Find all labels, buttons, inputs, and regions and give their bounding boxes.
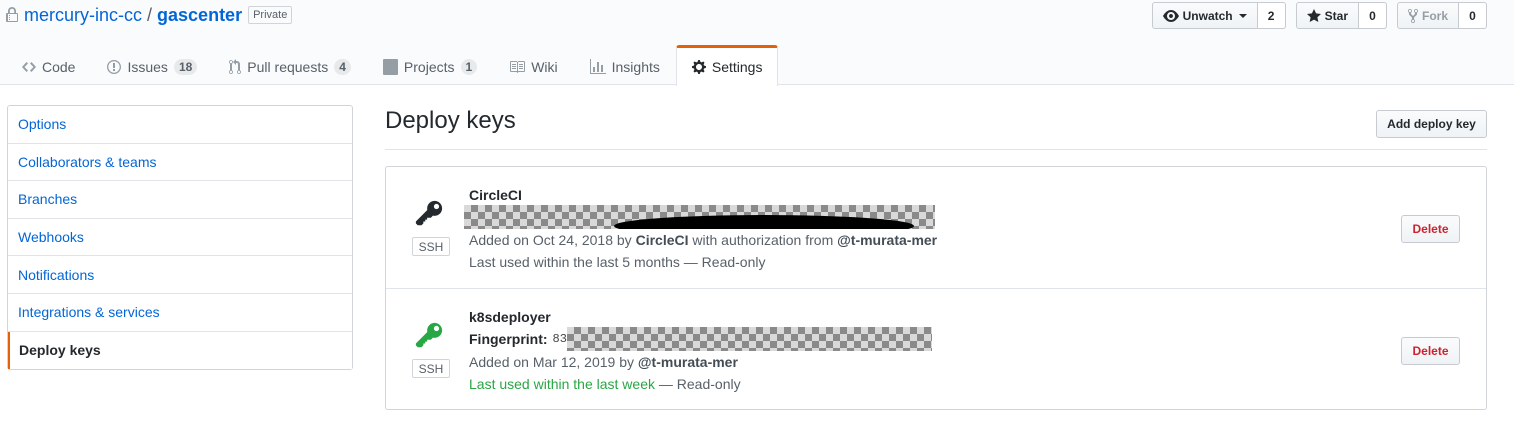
graph-icon xyxy=(589,58,606,74)
lock-icon xyxy=(6,7,18,22)
delete-key-button[interactable]: Delete xyxy=(1401,215,1460,243)
tab-wiki[interactable]: Wiki xyxy=(493,45,573,85)
pull-request-icon xyxy=(229,58,242,74)
tab-insights[interactable]: Insights xyxy=(574,45,676,85)
authorized-by: @t-murata-mer xyxy=(837,232,938,248)
added-prefix: Added on Oct 24, 2018 by xyxy=(469,232,636,248)
path-separator: / xyxy=(147,4,153,25)
issue-icon xyxy=(107,59,122,74)
last-used-recent: Last used within the last week xyxy=(469,376,655,392)
key-icon-wrap xyxy=(412,321,452,351)
tab-insights-label: Insights xyxy=(611,58,660,75)
book-icon xyxy=(510,60,526,73)
ssh-label: SSH xyxy=(412,359,450,378)
delete-key-button[interactable]: Delete xyxy=(1401,337,1460,365)
key-added-info: Added on Mar 12, 2019 by @t-murata-mer xyxy=(469,354,738,370)
project-icon xyxy=(382,58,398,75)
fingerprint-label: Fingerprint: xyxy=(469,331,548,347)
redacted-fingerprint xyxy=(566,327,932,351)
last-used-text: — Read-only xyxy=(655,376,741,392)
fork-group: Fork 0 xyxy=(1396,2,1487,29)
page-title: Deploy keys xyxy=(385,107,516,134)
eye-icon xyxy=(1162,9,1179,22)
projects-count: 1 xyxy=(460,58,478,75)
sidebar-item-options[interactable]: Options xyxy=(8,106,352,144)
stargazers-count[interactable]: 0 xyxy=(1358,2,1387,29)
tab-projects[interactable]: Projects 1 xyxy=(367,45,493,85)
repo-title: mercury-inc-cc / gascenter Private xyxy=(5,4,293,26)
tab-pull-requests[interactable]: Pull requests 4 xyxy=(213,45,367,85)
added-mid: with authorization from xyxy=(688,232,838,248)
sidebar-item-integrations[interactable]: Integrations & services xyxy=(8,294,352,332)
deploy-key-row: SSH k8sdeployer Fingerprint: 83 Added on… xyxy=(386,288,1486,409)
subhead-divider xyxy=(385,149,1487,150)
tab-code-label: Code xyxy=(42,58,76,75)
tab-settings-label: Settings xyxy=(711,59,763,75)
star-label: Star xyxy=(1324,8,1348,23)
tab-code[interactable]: Code xyxy=(6,45,91,85)
pull-requests-count: 4 xyxy=(334,58,351,75)
key-fingerprint: Fingerprint: 83 xyxy=(469,327,932,351)
tab-issues-label: Issues xyxy=(127,58,168,75)
tab-projects-label: Projects xyxy=(403,58,455,75)
deploy-keys-list: SSH CircleCI Added on Oct 24, 2018 by Ci… xyxy=(385,166,1487,410)
issues-count: 18 xyxy=(173,58,198,75)
unwatch-label: Unwatch xyxy=(1182,8,1233,23)
star-button[interactable]: Star xyxy=(1295,2,1359,29)
fork-label: Fork xyxy=(1421,8,1448,23)
star-icon xyxy=(1306,8,1321,22)
star-group: Star 0 xyxy=(1295,2,1387,29)
ssh-label: SSH xyxy=(412,237,450,256)
chevron-down-icon xyxy=(1238,13,1247,18)
added-by: CircleCI xyxy=(635,232,689,248)
settings-sidebar: Options Collaborators & teams Branches W… xyxy=(7,105,353,371)
sidebar-item-webhooks[interactable]: Webhooks xyxy=(8,219,352,257)
key-last-used: Last used within the last week — Read-on… xyxy=(469,376,741,392)
add-deploy-key-button[interactable]: Add deploy key xyxy=(1376,110,1487,138)
tab-pull-requests-label: Pull requests xyxy=(247,58,329,75)
key-icon xyxy=(415,200,443,226)
forks-count[interactable]: 0 xyxy=(1459,2,1487,29)
key-last-used: Last used within the last 5 months — Rea… xyxy=(469,254,766,270)
last-used-text: Last used within the last 5 months — Rea… xyxy=(469,254,766,270)
added-by: @t-murata-mer xyxy=(637,354,738,370)
fingerprint-value: 83 xyxy=(552,332,567,346)
sidebar-item-collaborators[interactable]: Collaborators & teams xyxy=(8,144,352,182)
repo-name-link[interactable]: gascenter xyxy=(157,5,242,26)
repo-owner-link[interactable]: mercury-inc-cc xyxy=(24,5,142,26)
key-title: k8sdeployer xyxy=(469,309,551,325)
tab-issues[interactable]: Issues 18 xyxy=(91,45,213,85)
key-fingerprint xyxy=(464,205,935,229)
sidebar-item-deploy-keys[interactable]: Deploy keys xyxy=(8,331,352,370)
tab-wiki-label: Wiki xyxy=(531,58,558,75)
unwatch-button[interactable]: Unwatch xyxy=(1151,2,1258,29)
redacted-fingerprint xyxy=(464,205,935,229)
watch-group: Unwatch 2 xyxy=(1151,2,1286,29)
repo-nav: Code Issues 18 Pull requests 4 Projects … xyxy=(6,45,779,86)
tab-settings[interactable]: Settings xyxy=(675,45,779,86)
added-prefix: Added on Mar 12, 2019 by xyxy=(469,354,638,370)
repo-header: mercury-inc-cc / gascenter Private Unwat… xyxy=(0,0,1514,86)
code-icon xyxy=(22,61,36,72)
gear-icon xyxy=(691,60,706,74)
fork-button[interactable]: Fork xyxy=(1396,2,1459,29)
private-badge: Private xyxy=(248,6,293,24)
key-icon-wrap xyxy=(412,199,452,229)
fork-icon xyxy=(1407,8,1418,23)
watchers-count[interactable]: 2 xyxy=(1257,2,1286,29)
key-title: CircleCI xyxy=(469,187,522,203)
sidebar-item-branches[interactable]: Branches xyxy=(8,181,352,219)
repo-actions: Unwatch 2 Star 0 Fork 0 xyxy=(1142,2,1487,29)
key-added-info: Added on Oct 24, 2018 by CircleCI with a… xyxy=(469,232,937,248)
deploy-key-row: SSH CircleCI Added on Oct 24, 2018 by Ci… xyxy=(386,167,1486,288)
key-icon xyxy=(415,322,443,348)
sidebar-item-notifications[interactable]: Notifications xyxy=(8,256,352,294)
